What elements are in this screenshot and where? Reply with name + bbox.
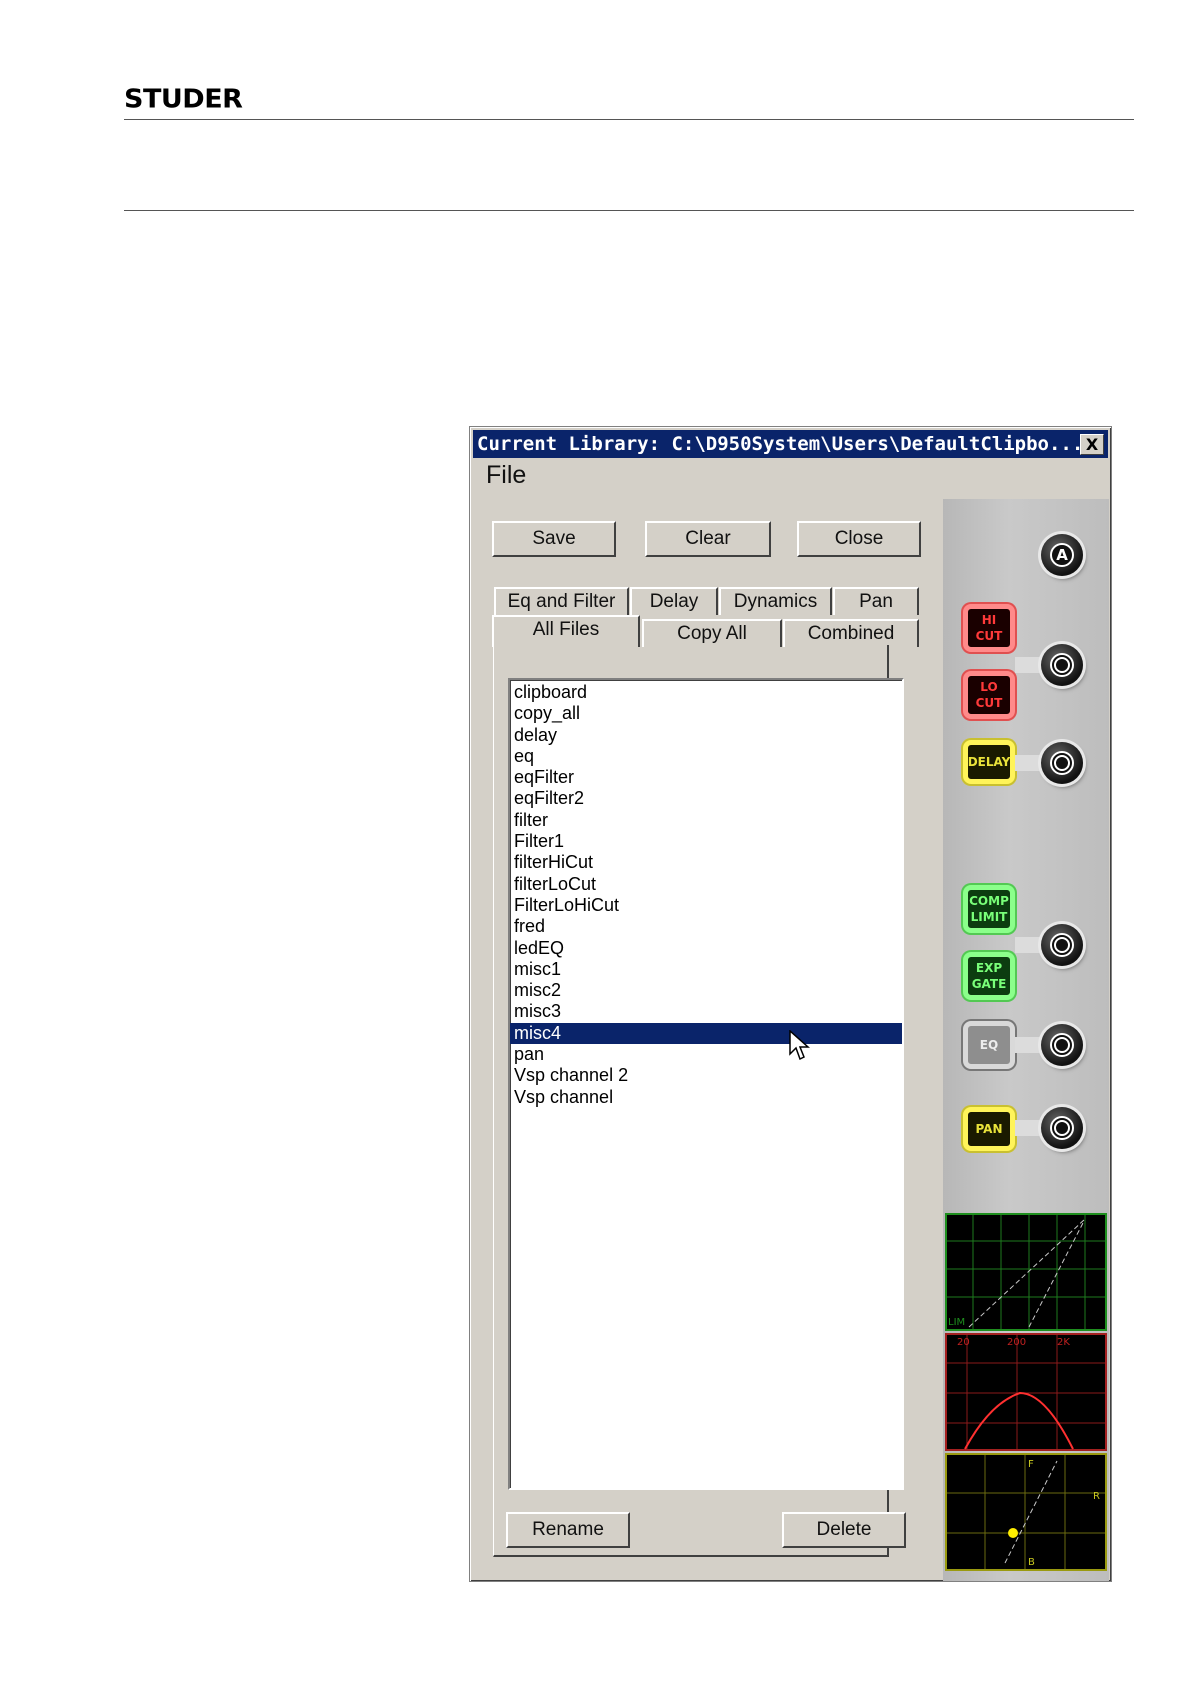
list-item[interactable]: FilterLoHiCut <box>510 895 902 916</box>
knob-inner-icon <box>1054 1037 1070 1053</box>
rename-button[interactable]: Rename <box>506 1512 630 1548</box>
gate-label-2: GATE <box>971 977 1007 991</box>
list-item[interactable]: misc2 <box>510 980 902 1001</box>
list-item[interactable]: misc4 <box>510 1022 902 1045</box>
eq-label: EQ <box>979 1038 999 1052</box>
list-item[interactable]: ledEQ <box>510 938 902 959</box>
eq-tick-20: 20 <box>957 1337 970 1348</box>
list-item[interactable]: clipboard <box>510 682 902 703</box>
filter-knob[interactable] <box>1041 644 1083 686</box>
lo-cut-button[interactable]: LO CUT <box>963 671 1015 719</box>
list-item[interactable]: misc3 <box>510 1001 902 1022</box>
dynamics-knob[interactable] <box>1041 924 1083 966</box>
tab-pan[interactable]: Pan <box>833 587 919 615</box>
exp-gate-button[interactable]: EXP GATE <box>963 952 1015 1000</box>
dynamics-scope: LIM <box>945 1213 1107 1331</box>
close-button[interactable]: Close <box>797 521 921 557</box>
comp-label-2: LIMIT <box>970 910 1008 924</box>
delay-button[interactable]: DELAY <box>963 740 1015 784</box>
list-item[interactable]: fred <box>510 916 902 937</box>
knob-inner-icon <box>1054 755 1070 771</box>
save-button[interactable]: Save <box>492 521 616 557</box>
mouse-cursor-icon <box>789 1030 810 1061</box>
close-icon: X <box>1085 435 1099 454</box>
list-item[interactable]: eq <box>510 746 902 767</box>
header-rule-top <box>124 119 1134 120</box>
list-item[interactable]: filterLoCut <box>510 874 902 895</box>
delay-knob[interactable] <box>1041 742 1083 784</box>
tab-dynamics[interactable]: Dynamics <box>719 587 832 615</box>
list-item[interactable]: misc1 <box>510 959 902 980</box>
lo-cut-label-2: CUT <box>975 696 1003 710</box>
knob-inner-icon <box>1054 657 1070 673</box>
tab-delay[interactable]: Delay <box>630 587 718 615</box>
hi-cut-button[interactable]: HI CUT <box>963 604 1015 652</box>
comp-label-1: COMP <box>969 894 1009 908</box>
eq-button[interactable]: EQ <box>963 1021 1015 1069</box>
title-bar[interactable]: Current Library: C:\D950System\Users\Def… <box>473 430 1108 458</box>
pan-label-b: B <box>1028 1557 1035 1568</box>
list-item[interactable]: delay <box>510 725 902 746</box>
clear-button[interactable]: Clear <box>645 521 771 557</box>
tab-combined[interactable]: Combined <box>783 619 919 647</box>
pan-knob[interactable] <box>1041 1107 1083 1149</box>
studer-logo: STUDER <box>124 84 243 115</box>
eq-knob[interactable] <box>1041 1024 1083 1066</box>
pan-label-r: R <box>1093 1491 1100 1502</box>
eq-tick-200: 200 <box>1007 1337 1026 1348</box>
eq-tick-2k: 2K <box>1057 1337 1070 1348</box>
library-window: Current Library: C:\D950System\Users\Def… <box>469 426 1112 1582</box>
knob-inner-icon <box>1054 937 1070 953</box>
tab-all-files[interactable]: All Files <box>492 615 640 647</box>
list-item[interactable]: filterHiCut <box>510 852 902 873</box>
tab-copy-all[interactable]: Copy All <box>642 619 782 647</box>
delay-label: DELAY <box>967 755 1011 769</box>
pan-label-f: F <box>1028 1459 1034 1470</box>
list-item[interactable]: Vsp channel 2 <box>510 1065 902 1086</box>
pan-label: PAN <box>975 1122 1003 1136</box>
knob-a-label: A <box>1056 546 1068 564</box>
pan-scope: F R B <box>945 1453 1107 1571</box>
list-item[interactable]: Vsp channel <box>510 1087 902 1108</box>
knob-a[interactable]: A <box>1041 534 1083 576</box>
knob-inner-icon <box>1054 1120 1070 1136</box>
close-window-button[interactable]: X <box>1080 434 1104 455</box>
list-item[interactable]: eqFilter2 <box>510 788 902 809</box>
list-item[interactable]: Filter1 <box>510 831 902 852</box>
window-title: Current Library: C:\D950System\Users\Def… <box>477 433 1084 455</box>
list-item[interactable]: filter <box>510 810 902 831</box>
dyn-scope-label: LIM <box>948 1317 965 1328</box>
comp-limit-button[interactable]: COMP LIMIT <box>963 885 1015 933</box>
list-item[interactable]: eqFilter <box>510 767 902 788</box>
menu-file[interactable]: File <box>486 461 526 490</box>
gate-label-1: EXP <box>975 961 1003 975</box>
tab-eq-and-filter[interactable]: Eq and Filter <box>494 587 629 615</box>
lo-cut-label-1: LO <box>980 680 998 694</box>
header-rule-bottom <box>124 210 1134 211</box>
hi-cut-label-2: CUT <box>975 629 1003 643</box>
eq-scope: 20 200 2K <box>945 1333 1107 1451</box>
channel-strip: A HI CUT LO CUT DELAY COMP LIMIT EXP GATE EQ… <box>943 499 1109 1581</box>
delete-button[interactable]: Delete <box>782 1512 906 1548</box>
list-item[interactable]: pan <box>510 1044 902 1065</box>
pan-button[interactable]: PAN <box>963 1107 1015 1151</box>
file-list[interactable]: clipboard copy_all delay eq eqFilter eqFilter… <box>508 678 904 1490</box>
hi-cut-label-1: HI <box>981 613 997 627</box>
list-item[interactable]: copy_all <box>510 703 902 724</box>
